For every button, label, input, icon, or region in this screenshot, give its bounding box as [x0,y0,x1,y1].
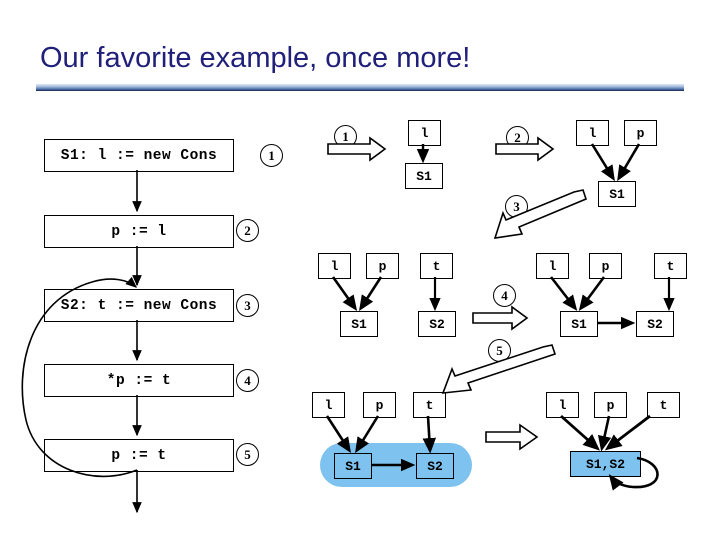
cfg-statement-3[interactable]: S2: t := new Cons [44,289,234,322]
heap-step-badge-4-label: 4 [501,288,508,303]
heap-node-s6-var-p-label: p [606,397,615,413]
heap-node-s3-var-t[interactable]: t [420,253,453,279]
cfg-step-badge-3: 3 [236,294,259,317]
heap-node-s4-var-l-label: l [548,258,557,274]
heap-node-s1-var-l[interactable]: l [408,120,441,146]
heap-node-s6-heap-merged[interactable]: S1,S2 [570,451,641,477]
heap-node-s6-heap-merged-label: S1,S2 [585,456,625,472]
heap-node-s2-var-l[interactable]: l [576,120,609,146]
heap-node-s1-heap-1-label: S1 [416,168,432,184]
heap-step-badge-2: 2 [506,126,529,149]
heap-node-s4-var-p[interactable]: p [589,253,622,279]
heap-node-s4-heap-1-label: S1 [571,316,587,332]
heap-step-badge-3: 3 [505,195,528,218]
slide-canvas: Our favorite example, once more! S1: l :… [0,0,720,540]
heap-node-s3-var-l[interactable]: l [318,253,351,279]
heap-node-s3-var-p-label: p [378,258,387,274]
cfg-statement-2[interactable]: p := l [44,215,234,248]
heap-node-s2-var-l-label: l [588,125,597,141]
heap-step-badge-3-label: 3 [513,199,520,214]
heap-node-s5-var-l-label: l [324,397,333,413]
heap-step-badge-5-label: 5 [496,343,503,358]
heap-node-s4-var-t[interactable]: t [654,253,687,279]
heap-node-s6-var-l[interactable]: l [546,392,579,418]
heap-node-s6-var-t-label: t [659,397,668,413]
cfg-step-badge-2: 2 [236,219,259,242]
heap-node-s5-var-p-label: p [375,397,384,413]
heap-step-badge-1: 1 [334,125,357,148]
heap-node-s3-heap-1[interactable]: S1 [340,311,378,337]
heap-node-s1-var-l-label: l [420,125,429,141]
heap-node-s4-heap-2-label: S2 [647,316,663,332]
heap-step-badge-4: 4 [493,284,516,307]
cfg-step-badge-5: 5 [236,443,259,466]
heap-node-s5-var-t-label: t [425,397,434,413]
cfg-statement-5[interactable]: p := t [44,439,234,472]
transition-arrow-4 [472,305,529,331]
heap-node-s5-heap-1[interactable]: S1 [334,453,372,479]
heap-node-s6-var-p[interactable]: p [594,392,627,418]
cfg-step-badge-5-label: 5 [244,447,251,462]
cfg-step-badge-1: 1 [260,144,283,167]
cfg-step-badge-4: 4 [236,369,259,392]
cfg-step-badge-4-label: 4 [244,373,251,388]
cfg-statement-4-label: *p := t [106,372,172,389]
heap-node-s3-heap-1-label: S1 [351,316,367,332]
heap-node-s4-heap-1[interactable]: S1 [560,311,598,337]
heap-node-s6-var-t[interactable]: t [647,392,680,418]
heap-node-s6-var-l-label: l [558,397,567,413]
heap-node-s1-heap-1[interactable]: S1 [405,163,443,189]
cfg-statement-1[interactable]: S1: l := new Cons [44,139,234,172]
transition-arrow-merge [485,423,539,451]
cfg-statement-4[interactable]: *p := t [44,364,234,397]
heap-node-s5-heap-2-label: S2 [427,458,443,474]
heap-node-s3-heap-2[interactable]: S2 [418,311,456,337]
cfg-statement-5-label: p := t [111,447,167,464]
heap-node-s3-heap-2-label: S2 [429,316,445,332]
cfg-statement-2-label: p := l [111,223,167,240]
heap-node-s2-var-p[interactable]: p [624,120,657,146]
heap-node-s4-var-t-label: t [666,258,675,274]
heap-node-s3-var-t-label: t [432,258,441,274]
heap-node-s5-var-l[interactable]: l [312,392,345,418]
heap-node-s3-var-l-label: l [330,258,339,274]
title-underline-rule [36,84,684,91]
cfg-step-badge-1-label: 1 [268,148,275,163]
page-title: Our favorite example, once more! [40,42,471,74]
heap-node-s4-var-p-label: p [601,258,610,274]
cfg-statement-3-label: S2: t := new Cons [60,297,218,314]
heap-node-s3-var-p[interactable]: p [366,253,399,279]
heap-node-s4-heap-2[interactable]: S2 [636,311,674,337]
heap-node-s5-var-p[interactable]: p [363,392,396,418]
cfg-step-badge-3-label: 3 [244,298,251,313]
heap-node-s5-var-t[interactable]: t [413,392,446,418]
cfg-statement-1-label: S1: l := new Cons [60,147,218,164]
cfg-step-badge-2-label: 2 [244,223,251,238]
heap-node-s5-heap-1-label: S1 [345,458,361,474]
heap-node-s5-heap-2[interactable]: S2 [416,453,454,479]
heap-node-s2-heap-1-label: S1 [609,186,625,202]
heap-node-s4-var-l[interactable]: l [536,253,569,279]
heap-step-badge-1-label: 1 [342,129,349,144]
heap-node-s2-heap-1[interactable]: S1 [598,181,636,207]
heap-step-badge-5: 5 [488,339,511,362]
heap-step-badge-2-label: 2 [514,130,521,145]
heap-node-s2-var-p-label: p [636,125,645,141]
